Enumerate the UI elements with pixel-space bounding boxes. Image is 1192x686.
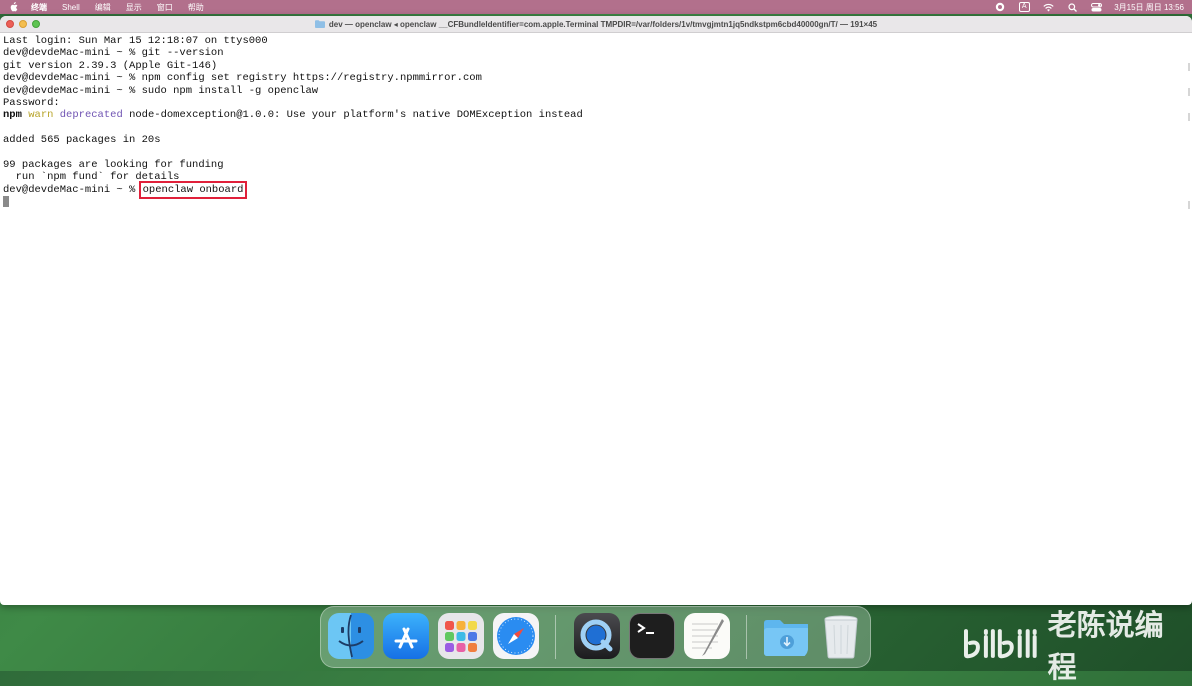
apple-menu-icon[interactable]	[8, 2, 18, 12]
terminal-line: 99 packages are looking for funding	[3, 158, 224, 171]
scroll-marker	[1188, 63, 1190, 71]
npm-label: npm	[3, 109, 22, 122]
menubar-clock[interactable]: 3月15日 周日 13:56	[1114, 2, 1184, 13]
quicktime-icon[interactable]	[574, 613, 620, 659]
menu-bar: 终端 Shell 编辑 显示 窗口 帮助 A 3月15日 周日 13:56	[0, 0, 1192, 14]
terminal-line: Password:	[3, 96, 60, 109]
launchpad-icon[interactable]	[438, 613, 484, 659]
highlighted-command: openclaw onboard	[138, 180, 248, 199]
terminal-icon[interactable]	[629, 613, 675, 659]
terminal-line: added 565 packages in 20s	[3, 134, 161, 147]
terminal-line: Last login: Sun Mar 15 12:18:07 on ttys0…	[3, 35, 268, 47]
control-center-icon[interactable]	[1090, 2, 1102, 12]
npm-warn-line: npm warn deprecated node-domexception@1.…	[3, 109, 1189, 121]
scroll-marker	[1188, 88, 1190, 96]
terminal-output[interactable]: Last login: Sun Mar 15 12:18:07 on ttys0…	[0, 33, 1192, 597]
menu-app-name[interactable]: 终端	[31, 2, 47, 13]
terminal-line: git version 2.39.3 (Apple Git-146)	[3, 59, 218, 72]
input-source-label: A	[1018, 2, 1030, 12]
dock	[320, 606, 871, 668]
bilibili-logo-icon	[963, 629, 1037, 659]
deprecated-label: deprecated	[59, 109, 123, 122]
wifi-icon[interactable]	[1042, 2, 1054, 12]
window-title: dev — openclaw ◂ openclaw __CFBundleIden…	[328, 19, 878, 29]
watermark-text: 老陈说编程	[1047, 608, 1164, 684]
finder-icon[interactable]	[328, 613, 374, 659]
trash-icon[interactable]	[818, 613, 864, 659]
cursor-line	[3, 196, 1189, 208]
warn-label: warn	[28, 109, 54, 122]
menu-edit[interactable]: 编辑	[95, 2, 111, 13]
scroll-marker	[1188, 201, 1190, 209]
terminal-line: dev@devdeMac-mini ~ % npm config set reg…	[3, 72, 482, 85]
dock-separator	[555, 615, 556, 659]
downloads-folder-icon[interactable]	[762, 613, 808, 659]
terminal-line: run `npm fund` for details	[3, 171, 180, 184]
warn-message: node-domexception@1.0.0: Use your platfo…	[129, 109, 583, 122]
text-cursor	[3, 196, 9, 208]
terminal-window: dev — openclaw ◂ openclaw __CFBundleIden…	[0, 16, 1192, 605]
record-status-icon[interactable]	[994, 2, 1006, 12]
dock-separator	[746, 615, 747, 659]
textedit-icon[interactable]	[684, 613, 730, 659]
terminal-line: dev@devdeMac-mini ~ % sudo npm install -…	[3, 84, 319, 97]
app-store-icon[interactable]	[383, 613, 429, 659]
prompt-line: dev@devdeMac-mini ~ % openclaw onboard	[3, 180, 1189, 199]
spotlight-search-icon[interactable]	[1066, 2, 1078, 12]
safari-icon[interactable]	[493, 613, 539, 659]
input-source-icon[interactable]: A	[1018, 2, 1030, 12]
shell-prompt: dev@devdeMac-mini ~ %	[3, 183, 142, 196]
menu-help[interactable]: 帮助	[188, 2, 204, 13]
menu-shell[interactable]: Shell	[62, 3, 80, 12]
window-titlebar[interactable]: dev — openclaw ◂ openclaw __CFBundleIden…	[0, 16, 1192, 33]
bilibili-watermark: 老陈说编程	[962, 608, 1192, 684]
menu-view[interactable]: 显示	[126, 2, 142, 13]
menu-window[interactable]: 窗口	[157, 2, 173, 13]
scroll-marker	[1188, 113, 1190, 121]
terminal-line: dev@devdeMac-mini ~ % git --version	[3, 47, 224, 60]
folder-icon	[314, 20, 325, 28]
